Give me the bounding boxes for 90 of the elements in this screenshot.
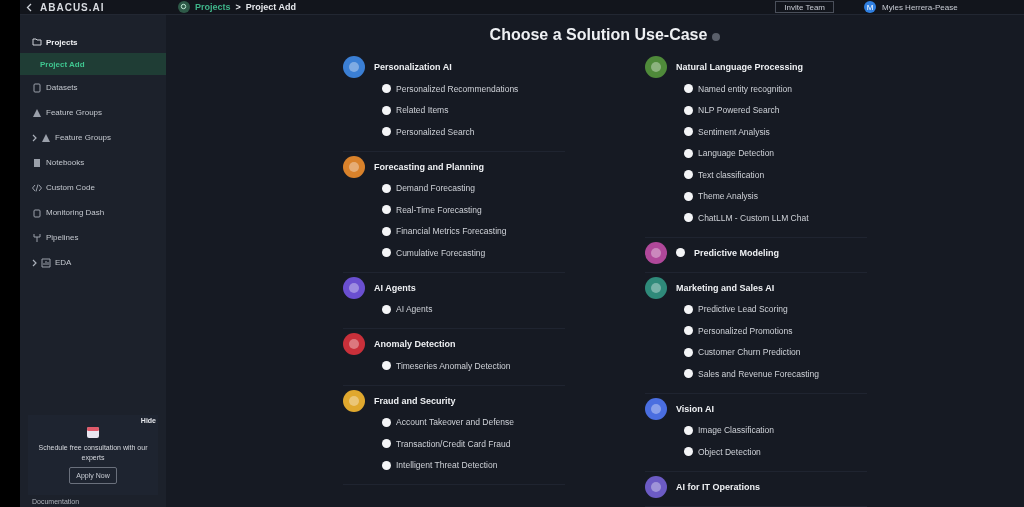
sidebar-item[interactable]: Notebooks (20, 150, 166, 175)
radio-button[interactable] (382, 127, 391, 137)
option-label[interactable]: Transaction/Credit Card Fraud (396, 438, 511, 449)
option-label[interactable]: Sales and Revenue Forecasting (698, 368, 819, 379)
option-label[interactable]: Financial Metrics Forecasting (396, 226, 507, 237)
category-title: Forecasting and Planning (374, 161, 484, 172)
option-label[interactable]: Personalized Promotions (698, 325, 793, 336)
radio-button[interactable] (382, 105, 391, 115)
radio-button[interactable] (684, 447, 693, 457)
option-label[interactable]: Personalized Search (396, 126, 475, 137)
category-title: AI Agents (374, 282, 416, 293)
option-label[interactable]: Sentiment Analysis (698, 126, 770, 137)
code-icon (32, 182, 42, 193)
radio-button[interactable] (684, 84, 693, 94)
option-label[interactable]: Timeseries Anomaly Detection (396, 360, 511, 371)
search-icon[interactable] (178, 1, 190, 13)
logo-text[interactable]: ABACUS.AI (40, 1, 105, 13)
category-title: Anomaly Detection (374, 339, 456, 349)
sidebar-item[interactable]: Custom Code (20, 175, 166, 200)
radio-button[interactable] (382, 361, 391, 371)
radio-button[interactable] (684, 213, 693, 223)
invite-team-button[interactable]: Invite Team (775, 1, 834, 13)
radio-button[interactable] (684, 304, 693, 314)
radio-button[interactable] (684, 127, 693, 137)
sidebar-item[interactable]: Feature Groups (20, 100, 166, 125)
back-icon[interactable] (26, 2, 32, 12)
pipe-icon (32, 232, 42, 243)
sidebar-item[interactable]: Projects (20, 31, 166, 53)
category-title: Personalization AI (374, 62, 452, 72)
tri-icon (41, 132, 51, 143)
option-label[interactable]: Related Items (396, 105, 449, 116)
radio-button[interactable] (676, 248, 685, 257)
option-label[interactable]: Object Detection (698, 446, 761, 457)
option-label[interactable]: Personalized Recommendations (396, 83, 519, 94)
option-label[interactable]: NLP Powered Search (698, 105, 780, 116)
radio-button[interactable] (684, 148, 693, 158)
option-label[interactable]: AI Agents (396, 304, 433, 315)
radio-button[interactable] (382, 226, 391, 236)
category-title: Fraud and Security (374, 395, 456, 406)
sidebar-item[interactable]: Monitoring Dash (20, 200, 166, 225)
option-label[interactable]: Predictive Modeling (694, 247, 780, 258)
option-label[interactable]: Language Detection (698, 148, 775, 159)
user-name[interactable]: Myles Herrera-Pease (882, 2, 958, 12)
category-title: Natural Language Processing (676, 62, 804, 72)
radio-button[interactable] (382, 460, 391, 470)
sidebar-item[interactable]: Pipelines (20, 225, 166, 250)
chevron-icon (32, 133, 37, 142)
sidebar-subitem[interactable]: Project Add (20, 53, 166, 75)
option-label[interactable]: Intelligent Threat Detection (396, 460, 498, 471)
option-label[interactable]: Customer Churn Prediction (698, 347, 801, 358)
radio-button[interactable] (684, 191, 693, 201)
breadcrumb-link[interactable]: Projects (195, 2, 231, 12)
radio-button[interactable] (382, 304, 391, 314)
sidebar-item[interactable]: Datasets (20, 75, 166, 100)
radio-button[interactable] (684, 326, 693, 336)
radio-button[interactable] (382, 205, 391, 215)
breadcrumb-current: Project Add (245, 2, 296, 12)
radio-button[interactable] (684, 369, 693, 379)
radio-button[interactable] (684, 425, 693, 435)
radio-button[interactable] (382, 439, 391, 449)
radio-button[interactable] (382, 84, 391, 94)
option-label[interactable]: Named entity recognition (698, 83, 793, 94)
chevron-icon (32, 258, 37, 267)
folder-icon (32, 37, 42, 47)
sidebar-item[interactable]: EDA (20, 250, 166, 275)
page-title: Choose a Solution Use-Case (489, 25, 708, 45)
option-label[interactable]: Text classification (698, 169, 765, 180)
option-label[interactable]: Theme Analysis (698, 191, 758, 202)
option-label[interactable]: Predictive Lead Scoring (698, 304, 788, 315)
radio-button[interactable] (382, 248, 391, 258)
radio-button[interactable] (684, 105, 693, 115)
tri-icon (32, 107, 42, 118)
category-title: Marketing and Sales AI (676, 282, 775, 293)
sidebar-item[interactable]: Feature Groups (20, 125, 166, 150)
calendar-icon (86, 425, 100, 439)
option-label[interactable]: Cumulative Forecasting (396, 247, 486, 258)
radio-button[interactable] (382, 417, 391, 427)
option-label[interactable]: Demand Forecasting (396, 183, 475, 194)
option-label[interactable]: Account Takeover and Defense (396, 417, 514, 428)
option-label[interactable]: Real-Time Forecasting (396, 204, 482, 215)
category-title: AI for IT Operations (676, 481, 760, 492)
category-title: Vision AI (676, 403, 714, 414)
user-avatar[interactable]: M (864, 1, 876, 13)
option-label[interactable]: Image Classification (698, 425, 775, 436)
chart-icon (41, 257, 51, 268)
option-label[interactable]: ChatLLM - Custom LLM Chat (698, 212, 809, 223)
radio-button[interactable] (382, 183, 391, 193)
radio-button[interactable] (684, 170, 693, 180)
radio-button[interactable] (684, 347, 693, 357)
breadcrumb-separator: > (235, 2, 241, 12)
